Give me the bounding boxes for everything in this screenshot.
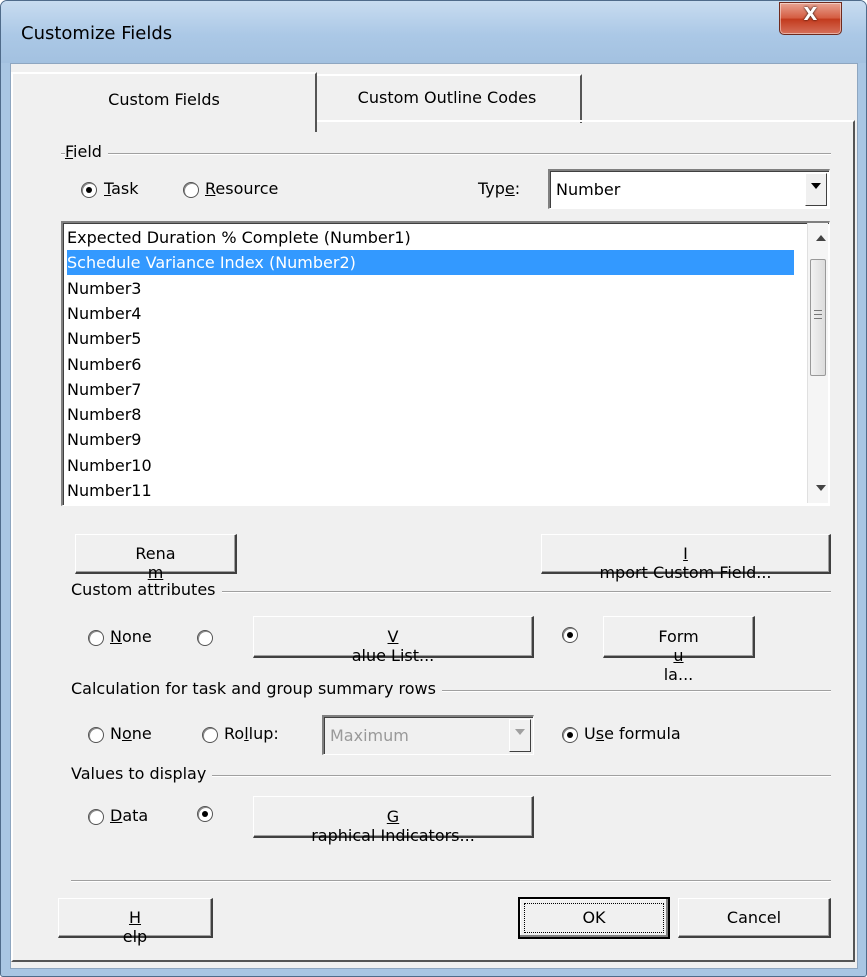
tab-custom-outline-codes[interactable]: Custom Outline Codes: [313, 74, 582, 123]
field-group-label: Field: [65, 142, 108, 161]
list-item[interactable]: Number11: [67, 478, 794, 503]
calculation-label: Calculation for task and group summary r…: [71, 679, 442, 698]
fields-listbox[interactable]: Expected Duration % Complete (Number1) Sc…: [61, 221, 830, 506]
close-icon: X: [803, 4, 818, 25]
footer-separator: [71, 880, 831, 882]
window-title: Customize Fields: [21, 23, 173, 44]
chevron-down-icon[interactable]: [509, 719, 531, 752]
use-formula-label: Use formula: [584, 724, 681, 743]
cancel-label: Cancel: [726, 908, 782, 927]
type-value: Number: [556, 180, 621, 199]
rename-button[interactable]: Rename...: [75, 534, 237, 601]
dialog-body: Custom Outline Codes Custom Fields Field…: [10, 63, 858, 969]
list-item[interactable]: Number7: [67, 377, 794, 402]
graphical-indicators-button[interactable]: Graphical Indicators...: [253, 796, 534, 845]
list-item[interactable]: Number10: [67, 453, 794, 478]
list-item[interactable]: Number3: [67, 276, 794, 301]
task-label: Task: [104, 179, 139, 198]
resource-label: Resource: [205, 179, 279, 198]
scroll-up-icon[interactable]: [816, 235, 826, 241]
formula-button[interactable]: Form u la...: [603, 616, 755, 684]
resource-radio[interactable]: [183, 182, 199, 198]
chevron-down-icon[interactable]: [805, 173, 827, 206]
type-label: Type:: [478, 179, 521, 198]
scroll-thumb[interactable]: [810, 259, 826, 376]
help-button[interactable]: Help: [58, 898, 213, 946]
attributes-formula-radio[interactable]: [562, 627, 578, 643]
tab-label: Custom Fields: [108, 90, 220, 109]
attributes-value-list-radio[interactable]: [197, 630, 213, 646]
custom-fields-panel: Field Task Resource Type: Number Expecte…: [11, 120, 855, 962]
import-custom-field-button[interactable]: Import Custom Field...: [541, 534, 831, 582]
display-graphical-radio[interactable]: [197, 806, 213, 822]
list-item[interactable]: Number8: [67, 402, 794, 427]
tab-label: Custom Outline Codes: [357, 88, 537, 107]
attributes-none-label: None: [110, 627, 152, 646]
task-radio[interactable]: [81, 182, 97, 198]
rollup-label: Rollup:: [224, 724, 279, 743]
ok-button[interactable]: OK: [518, 897, 670, 939]
calculation-none-radio[interactable]: [88, 727, 104, 743]
ok-label: OK: [582, 908, 606, 927]
list-item[interactable]: Number5: [67, 326, 794, 351]
scroll-down-icon[interactable]: [816, 485, 826, 491]
list-item[interactable]: Number4: [67, 301, 794, 326]
list-item[interactable]: Expected Duration % Complete (Number1): [67, 225, 794, 250]
use-formula-radio[interactable]: [562, 727, 578, 743]
rollup-value: Maximum: [330, 726, 409, 745]
list-item[interactable]: Number6: [67, 352, 794, 377]
rollup-dropdown[interactable]: Maximum: [322, 715, 534, 755]
display-data-label: Data: [110, 806, 149, 825]
tab-custom-fields[interactable]: Custom Fields: [11, 72, 317, 132]
display-data-radio[interactable]: [88, 809, 104, 825]
list-item[interactable]: Number9: [67, 427, 794, 452]
values-display-label: Values to display: [71, 764, 213, 783]
rollup-radio[interactable]: [202, 727, 218, 743]
list-scrollbar[interactable]: [807, 223, 828, 503]
customize-fields-window: Customize Fields X Custom Outline Codes …: [0, 0, 867, 977]
list-item[interactable]: Schedule Variance Index (Number2): [67, 250, 794, 276]
value-list-button[interactable]: Value List...: [253, 616, 534, 665]
title-bar: Customize Fields X: [1, 1, 866, 63]
attributes-none-radio[interactable]: [88, 630, 104, 646]
field-group-line: [61, 153, 831, 155]
calculation-none-label: None: [110, 724, 152, 743]
type-dropdown[interactable]: Number: [548, 169, 830, 209]
cancel-button[interactable]: Cancel: [678, 898, 831, 938]
close-button[interactable]: X: [779, 2, 842, 35]
custom-attributes-label: Custom attributes: [71, 580, 222, 599]
